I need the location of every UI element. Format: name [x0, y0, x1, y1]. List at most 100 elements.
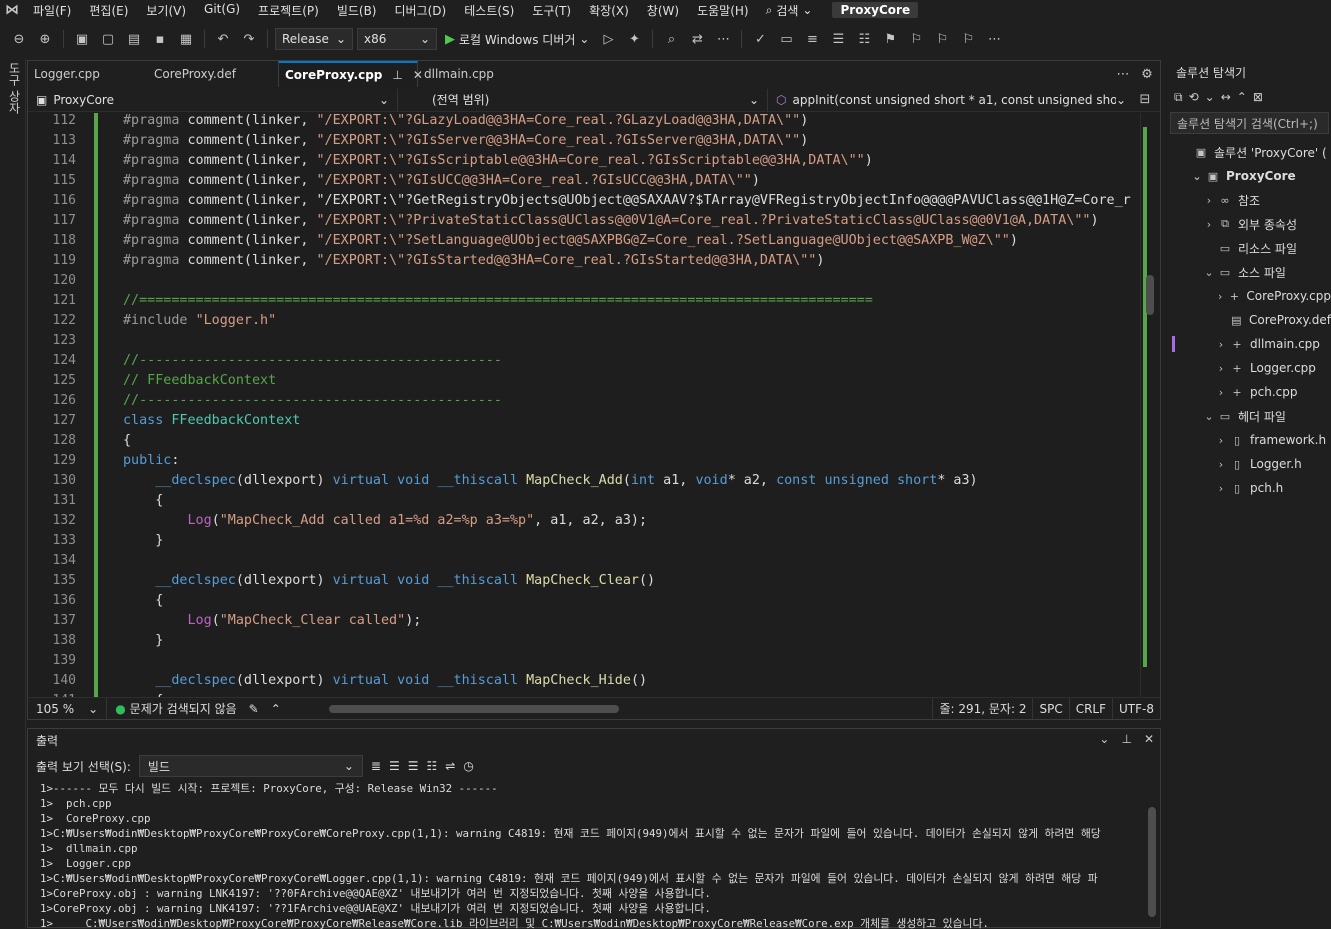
close-icon[interactable]: ✕ — [1144, 732, 1154, 746]
indent-icon[interactable]: ☰ — [827, 28, 849, 50]
tree-item[interactable]: ⌄ ▣ ProxyCore — [1168, 164, 1331, 188]
tree-item[interactable]: ⌄ ▭ 소스 파일 — [1168, 260, 1331, 284]
code-line[interactable]: //--------------------------------------… — [123, 391, 502, 411]
navigate-forward-icon[interactable]: ⊕ — [34, 28, 56, 50]
more-icon[interactable]: ⋯ — [983, 28, 1005, 50]
hot-reload-icon[interactable]: ✦ — [623, 28, 645, 50]
history-icon[interactable]: ⟲ — [1189, 90, 1199, 104]
code-line[interactable]: { — [123, 491, 163, 511]
tree-item[interactable]: › + pch.cpp — [1168, 380, 1331, 404]
code-line[interactable]: Log("MapCheck_Clear called"); — [123, 611, 422, 631]
clear-all-icon[interactable]: ☷ — [427, 759, 438, 773]
code-line[interactable]: public: — [123, 451, 179, 471]
expand-arrow-icon[interactable]: ⌄ — [1202, 410, 1216, 423]
chevron-up-icon[interactable]: ⌃ — [271, 702, 281, 716]
start-without-debugging-icon[interactable]: ▷ — [597, 28, 619, 50]
save-icon[interactable]: ▪ — [149, 28, 171, 50]
next-bookmark-icon[interactable]: ⚐ — [931, 28, 953, 50]
expand-arrow-icon[interactable]: ⌄ — [1190, 170, 1204, 183]
scroll-thumb[interactable] — [1146, 275, 1154, 315]
spell-check-icon[interactable]: ✓ — [749, 28, 771, 50]
tree-item[interactable]: ⌄ ▭ 헤더 파일 — [1168, 404, 1331, 428]
zoom-dropdown[interactable]: 105 % ⌄ — [28, 698, 108, 719]
chevron-down-icon[interactable]: ⌄ — [1205, 90, 1215, 104]
code-line[interactable]: Log("MapCheck_Add called a1=%d a2=%p a3=… — [123, 511, 648, 531]
format-icon[interactable]: ≡ — [801, 28, 823, 50]
issues-indicator[interactable]: ● 문제가 검색되지 않음 ✎ ⌃ — [107, 700, 289, 717]
editor-vertical-scrollbar[interactable] — [1140, 113, 1160, 697]
platform-select[interactable]: x86 ⌄ — [357, 28, 437, 50]
prev-bookmark-icon[interactable]: ⚐ — [905, 28, 927, 50]
menu-item[interactable]: 도구(T) — [523, 2, 580, 19]
code-line[interactable]: #pragma comment(linker, "/EXPORT:\"?SetL… — [123, 231, 1018, 251]
code-line[interactable]: { — [123, 431, 131, 451]
code-line[interactable]: { — [123, 591, 163, 611]
menu-item[interactable]: 창(W) — [638, 2, 688, 19]
tree-item[interactable]: › ⧉ 외부 종속성 — [1168, 212, 1331, 236]
start-debugging-button[interactable]: ▶ 로컬 Windows 디버거 ⌄ — [441, 31, 593, 48]
sync-icon[interactable]: ↔ — [1221, 90, 1231, 104]
menu-item[interactable]: 테스트(S) — [455, 2, 523, 19]
redo-icon[interactable]: ↷ — [238, 28, 260, 50]
expand-arrow-icon[interactable]: › — [1214, 482, 1228, 495]
cursor-position[interactable]: 줄: 291, 문자: 2 — [932, 698, 1032, 719]
output-source-select[interactable]: 빌드 ⌄ — [138, 755, 363, 777]
split-editor-icon[interactable]: ⊟ — [1134, 89, 1156, 111]
find-message-icon[interactable]: ≣ — [371, 759, 381, 773]
tree-item[interactable]: › ▯ framework.h — [1168, 428, 1331, 452]
next-message-icon[interactable]: ☰ — [408, 759, 419, 773]
tab-overflow-icon[interactable]: ⋯ — [1112, 63, 1134, 85]
code-line[interactable]: // FFeedbackContext — [123, 371, 276, 391]
code-area[interactable]: 112 113 114 115 116 117 118 119 120 121 122 123 124 1… — [28, 113, 1142, 697]
pin-icon[interactable]: ⊥ — [392, 68, 402, 82]
clear-bookmarks-icon[interactable]: ⚐ — [957, 28, 979, 50]
expand-arrow-icon[interactable]: › — [1214, 434, 1228, 447]
code-line[interactable]: #pragma comment(linker, "/EXPORT:\"?Priv… — [123, 211, 1099, 231]
find-in-files-icon[interactable]: ⌕ — [660, 28, 682, 50]
expand-arrow-icon[interactable]: › — [1202, 194, 1216, 207]
whitespace-mode[interactable]: SPC — [1032, 698, 1068, 719]
new-file-icon[interactable]: ▢ — [97, 28, 119, 50]
menu-item[interactable]: 도움말(H) — [688, 2, 758, 19]
code-line[interactable]: } — [123, 531, 163, 551]
new-project-icon[interactable]: ▣ — [71, 28, 93, 50]
code-line[interactable]: } — [123, 631, 163, 651]
expand-arrow-icon[interactable]: › — [1214, 386, 1228, 399]
navigate-back-icon[interactable]: ⊖ — [8, 28, 30, 50]
tree-item[interactable]: › ▯ Logger.h — [1168, 452, 1331, 476]
switch-views-icon[interactable]: ⧉ — [1174, 90, 1183, 105]
code-line[interactable]: #pragma comment(linker, "/EXPORT:\"?GIsS… — [123, 131, 808, 151]
cleanup-brush-icon[interactable]: ✎ — [249, 702, 259, 716]
menu-item[interactable]: 보기(V) — [137, 2, 195, 19]
scope-dropdown[interactable]: (전역 범위) ⌄ — [398, 88, 768, 111]
menu-item[interactable]: 디버그(D) — [386, 2, 456, 19]
code-line[interactable]: #pragma comment(linker, "/EXPORT:\"?GetR… — [123, 191, 1131, 211]
live-share-icon[interactable]: ⇄ — [686, 28, 708, 50]
code-line[interactable]: //======================================… — [123, 291, 873, 311]
configuration-select[interactable]: Release ⌄ — [275, 28, 353, 50]
undo-icon[interactable]: ↶ — [212, 28, 234, 50]
code-line[interactable]: __declspec(dllexport) virtual void __thi… — [123, 671, 647, 691]
settings-gear-icon[interactable]: ⚙ — [1136, 63, 1158, 85]
collapse-all-icon[interactable]: ⌃ — [1237, 90, 1247, 104]
tree-item[interactable]: › ∞ 참조 — [1168, 188, 1331, 212]
tree-item[interactable]: › + CoreProxy.cpp — [1168, 284, 1331, 308]
pin-icon[interactable]: ⊥ — [1121, 732, 1131, 746]
menu-item[interactable]: Git(G) — [195, 2, 249, 19]
comment-icon[interactable]: ▭ — [775, 28, 797, 50]
expand-arrow-icon[interactable]: › — [1214, 290, 1226, 303]
expand-arrow-icon[interactable]: › — [1214, 458, 1228, 471]
more-icon[interactable]: ⋯ — [712, 28, 734, 50]
chevron-down-icon[interactable]: ⌄ — [1099, 732, 1109, 746]
member-dropdown[interactable]: ⬡ appInit(const unsigned short * a1, cons… — [768, 89, 1134, 111]
prev-message-icon[interactable]: ☰ — [389, 759, 400, 773]
expand-arrow-icon[interactable]: › — [1214, 338, 1228, 351]
show-all-files-icon[interactable]: ⊠ — [1253, 90, 1263, 104]
code-line[interactable]: class FFeedbackContext — [123, 411, 300, 431]
code-line[interactable]: __declspec(dllexport) virtual void __thi… — [123, 571, 655, 591]
solution-search-input[interactable]: 솔루션 탐색기 검색(Ctrl+;) — [1170, 112, 1329, 134]
save-all-icon[interactable]: ▦ — [175, 28, 197, 50]
tree-item[interactable]: ▭ 리소스 파일 — [1168, 236, 1331, 260]
tab-coreproxy-cpp[interactable]: CoreProxy.cpp ⊥ ✕ — [278, 61, 423, 87]
horizontal-scroll-thumb[interactable] — [328, 704, 619, 713]
